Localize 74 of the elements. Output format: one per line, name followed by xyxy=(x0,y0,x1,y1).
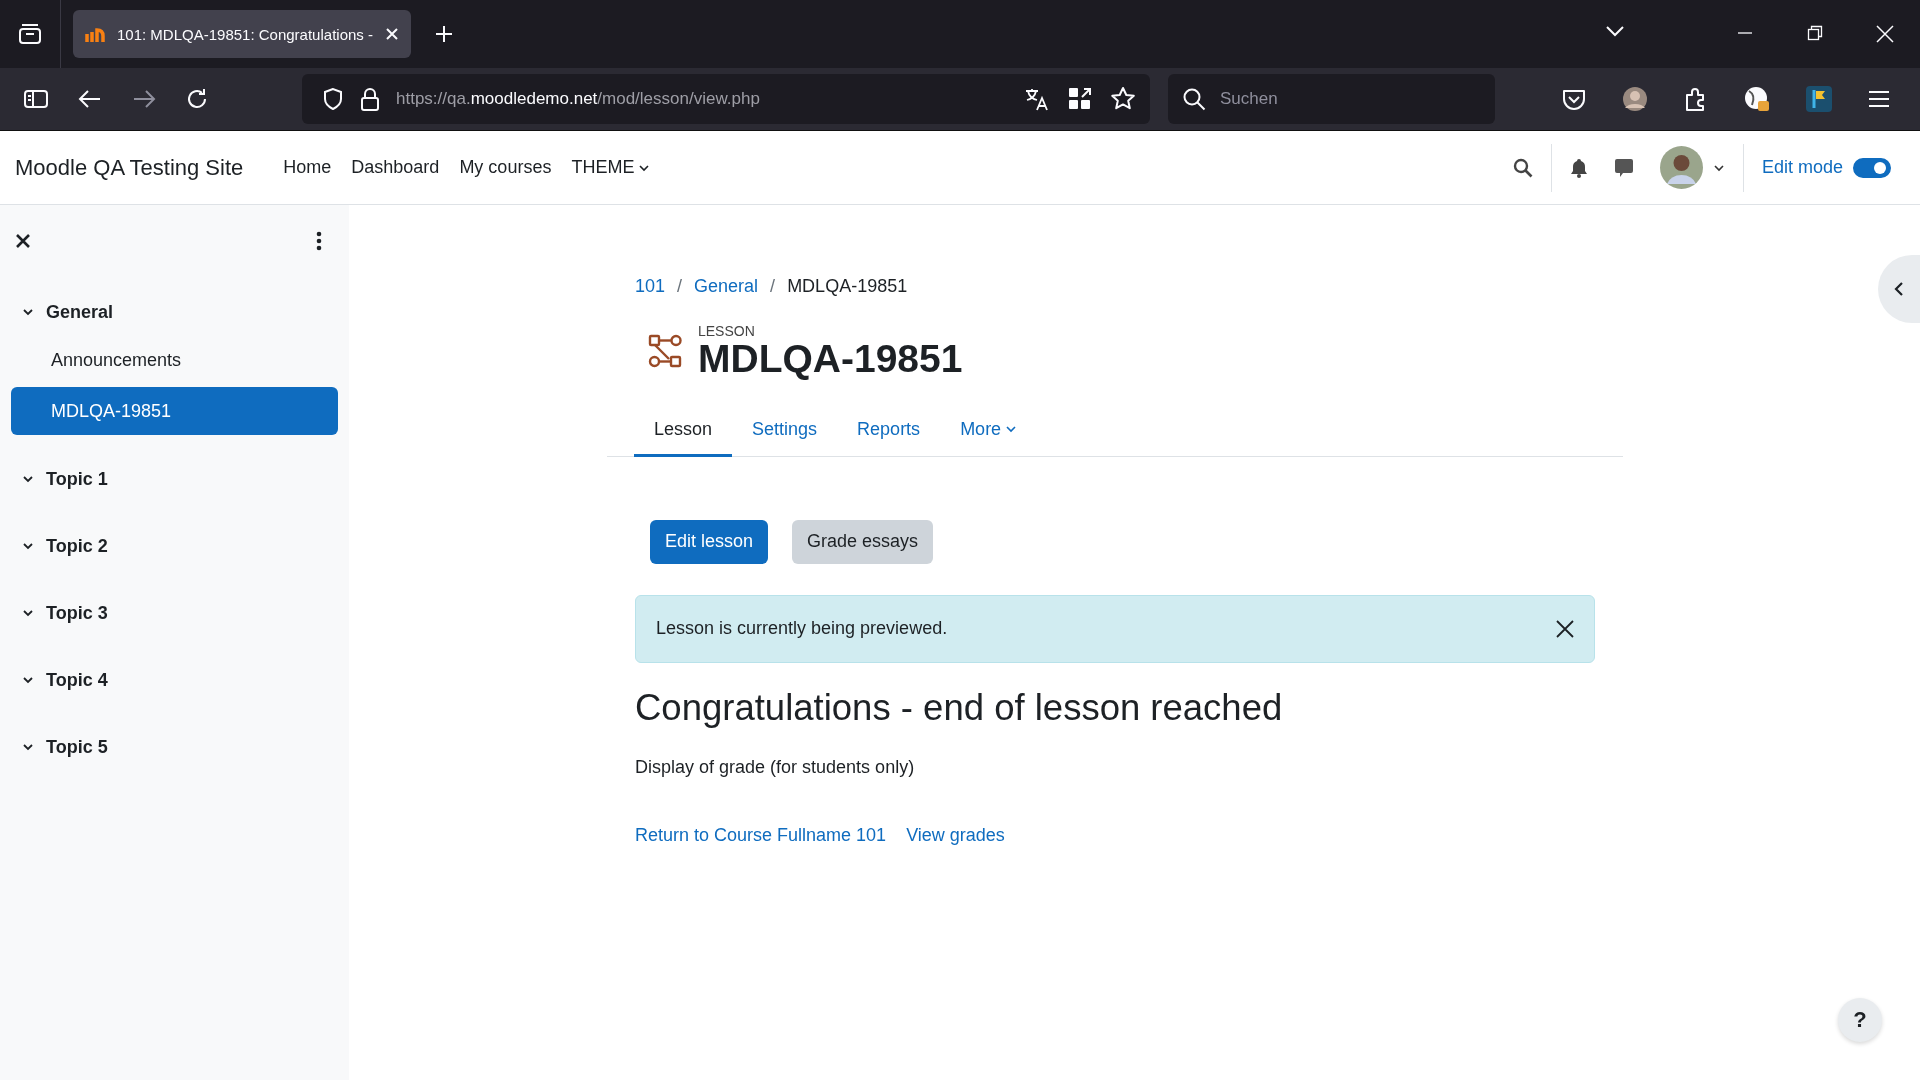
page-title: MDLQA-19851 xyxy=(698,339,963,380)
close-icon[interactable] xyxy=(1556,619,1574,638)
new-tab-icon[interactable] xyxy=(435,25,453,43)
chevron-icon[interactable] xyxy=(22,473,34,485)
chevron-icon[interactable] xyxy=(22,540,34,552)
course-index-item[interactable]: Announcements xyxy=(11,336,338,384)
breadcrumb-separator: / xyxy=(770,276,776,297)
nav-link[interactable]: Home xyxy=(283,157,332,178)
grid-icon[interactable] xyxy=(1068,87,1092,111)
nav-link[interactable]: Dashboard xyxy=(351,157,440,178)
search-field[interactable]: Suchen xyxy=(1218,88,1481,110)
nav-tab[interactable]: Lesson xyxy=(634,408,733,457)
section-heading[interactable]: Topic 4 xyxy=(0,662,349,698)
more-options-icon[interactable] xyxy=(316,231,322,251)
text-link[interactable]: Return to Course Fullname 101 xyxy=(635,824,887,846)
search-bar[interactable]: Suchen xyxy=(1168,74,1495,124)
search-icon[interactable] xyxy=(1512,157,1533,178)
section-heading[interactable]: Topic 5 xyxy=(0,729,349,765)
shield-icon xyxy=(322,87,344,111)
alert-message: Lesson is currently being previewed. xyxy=(656,618,948,640)
menu-icon[interactable] xyxy=(1868,90,1890,108)
toggle-switch[interactable] xyxy=(1853,157,1891,178)
chevron-icon[interactable] xyxy=(22,741,34,753)
extension-globe-icon[interactable] xyxy=(1744,86,1770,112)
url-text: https://qa.moodledemo.net/mod/lesson/view.php xyxy=(396,89,761,109)
tab-title: 101: MDLQA-19851: Congratulations - xyxy=(117,25,374,43)
lock-icon xyxy=(360,87,380,111)
chevron-left-icon xyxy=(1894,281,1904,297)
grade-note: Display of grade (for students only) xyxy=(635,756,916,778)
end-heading: Congratulations - end of lesson reached xyxy=(635,686,1284,729)
sidebar-icon[interactable] xyxy=(24,89,48,109)
account-avatar-icon[interactable] xyxy=(1622,86,1648,112)
breadcrumb-link[interactable]: General xyxy=(694,276,759,297)
activity-type-label: LESSON xyxy=(698,323,756,339)
user-avatar-icon[interactable] xyxy=(1659,146,1703,189)
help-button[interactable]: ? xyxy=(1838,998,1882,1042)
breadcrumb-separator: / xyxy=(677,276,683,297)
edit-button[interactable]: Edit lesson xyxy=(650,519,769,564)
breadcrumb-current: MDLQA-19851 xyxy=(787,276,908,297)
nav-link[interactable]: THEME xyxy=(571,157,651,178)
edit-mode-toggle[interactable]: Edit mode xyxy=(1761,157,1920,178)
section-heading[interactable]: Topic 1 xyxy=(0,461,349,497)
chevron-icon[interactable] xyxy=(22,607,34,619)
chat-icon[interactable] xyxy=(1613,157,1634,178)
section-heading[interactable]: Topic 3 xyxy=(0,595,349,631)
star-icon[interactable] xyxy=(1110,86,1136,112)
close-icon[interactable] xyxy=(16,234,30,248)
course-index-item[interactable]: MDLQA-19851 xyxy=(11,387,338,435)
extension-flag-icon[interactable] xyxy=(1806,86,1832,112)
browser-tab[interactable]: 101: MDLQA-19851: Congratulations - xyxy=(73,10,411,58)
search-icon xyxy=(1182,87,1206,111)
back-icon[interactable] xyxy=(78,89,102,109)
grade-button[interactable]: Grade essays xyxy=(792,519,934,564)
drawer-toggle[interactable] xyxy=(1878,255,1920,323)
section-heading[interactable]: Topic 2 xyxy=(0,528,349,564)
moodle-logo-icon xyxy=(85,26,107,42)
nav-tab[interactable]: More xyxy=(940,408,1038,457)
text-link[interactable]: View grades xyxy=(906,824,1005,846)
translate-icon[interactable] xyxy=(1024,87,1050,111)
chevron-icon[interactable] xyxy=(22,674,34,686)
nav-link[interactable]: My courses xyxy=(459,157,552,178)
chevron-icon[interactable] xyxy=(22,306,34,318)
address-bar[interactable]: https://qa.moodledemo.net/mod/lesson/view.php xyxy=(302,74,1150,124)
nav-tab[interactable]: Settings xyxy=(732,408,838,457)
pocket-icon[interactable] xyxy=(1562,88,1586,110)
section-heading[interactable]: General xyxy=(0,294,349,330)
nav-tab[interactable]: Reports xyxy=(837,408,941,457)
bell-icon[interactable] xyxy=(1569,157,1588,178)
site-name[interactable]: Moodle QA Testing Site xyxy=(15,154,244,181)
reload-icon[interactable] xyxy=(186,88,208,110)
breadcrumb-link[interactable]: 101 xyxy=(635,276,666,297)
tab-list-icon[interactable] xyxy=(17,22,43,46)
forward-icon xyxy=(132,89,156,109)
lesson-icon xyxy=(648,334,682,369)
